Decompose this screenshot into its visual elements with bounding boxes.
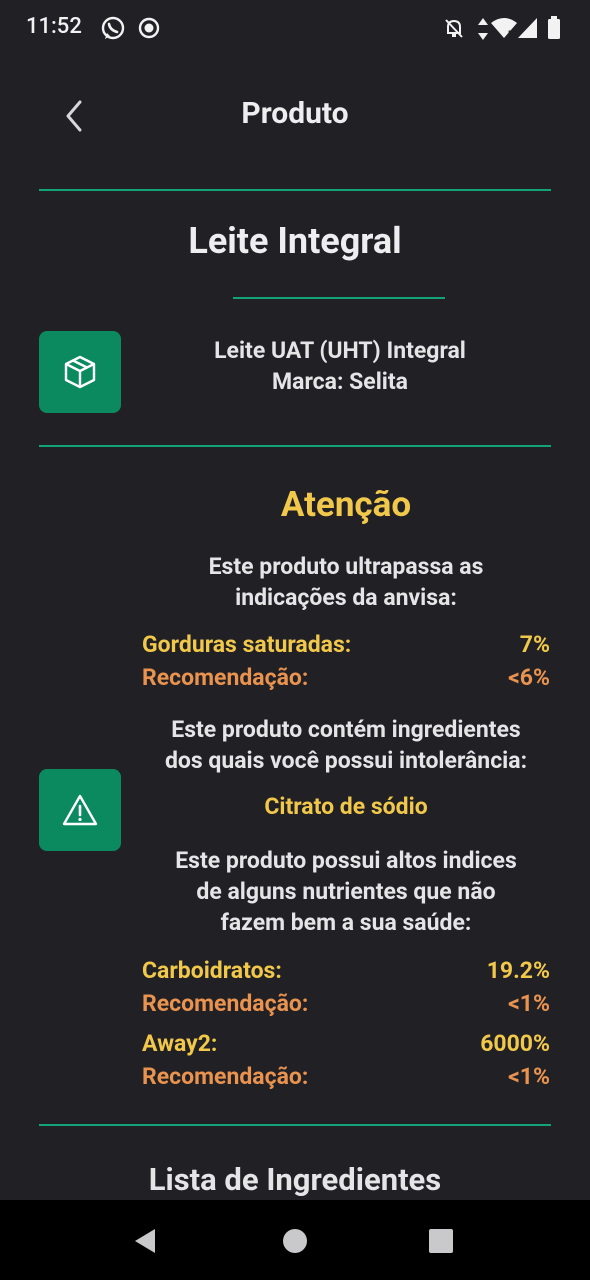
intolerance-line: Este produto contém ingredientes (171, 716, 521, 743)
intolerance-item: Citrato de sódio (264, 793, 428, 820)
product-description: Leite UAT (UHT) Integral (214, 337, 466, 364)
wifi-icon: 5 (491, 18, 517, 39)
nav-home-button[interactable] (274, 1220, 316, 1262)
anvisa-item-row: Gorduras saturadas: 7% (142, 631, 550, 658)
nutrients-line: de alguns nutrientes que não (196, 878, 496, 905)
warning-icon (62, 794, 98, 826)
status-time: 11:52 (26, 14, 82, 39)
recommendation-row: Recomendação: <1% (142, 1063, 550, 1090)
nutrient-value: 7% (519, 631, 550, 658)
home-circle-icon (283, 1229, 307, 1253)
navigation-bar (0, 1200, 590, 1280)
product-divider (39, 445, 551, 447)
nutrients-text: Este produto possui altos indices de alg… (142, 845, 550, 938)
recents-square-icon (429, 1229, 453, 1253)
notifications-off-icon (445, 19, 463, 38)
ingredients-title: Lista de Ingredientes (148, 1161, 442, 1198)
product-brand: Marca: Selita (272, 368, 408, 395)
nav-recents-button[interactable] (420, 1220, 462, 1262)
recommendation-row: Recomendação: <1% (142, 990, 550, 1017)
nutrients-line: fazem bem a sua saúde: (220, 909, 472, 936)
recommendation-label: Recomendação: (142, 1063, 309, 1090)
cellular-signal-icon (518, 18, 537, 38)
warning-icon-tile (39, 769, 121, 851)
recommendation-value: <1% (508, 990, 550, 1017)
nutrient-item-row: Away2: 6000% (142, 1030, 550, 1057)
recommendation-label: Recomendação: (142, 664, 309, 691)
title-underline (233, 297, 445, 299)
battery-icon (548, 16, 560, 39)
header-divider (39, 189, 551, 191)
nutrient-label: Gorduras saturadas: (142, 631, 352, 658)
back-triangle-icon (135, 1229, 155, 1253)
intolerance-text: Este produto contém ingredientes dos qua… (130, 714, 562, 776)
nav-back-button[interactable] (124, 1220, 166, 1262)
box-icon (64, 355, 96, 389)
nutrient-value: 19.2% (486, 957, 550, 984)
nutrient-item-row: Carboidratos: 19.2% (142, 957, 550, 984)
recommendation-value: <1% (508, 1063, 550, 1090)
data-arrows-icon (478, 18, 488, 40)
page-title: Produto (241, 96, 349, 131)
nutrients-line: Este produto possui altos indices (175, 847, 517, 874)
nutrient-value: 6000% (480, 1030, 550, 1057)
product-name: Leite Integral (188, 220, 402, 262)
alert-divider (39, 1124, 551, 1126)
nutrient-label: Carboidratos: (142, 957, 282, 984)
anvisa-line: Este produto ultrapassa as (208, 553, 484, 580)
record-icon (138, 17, 160, 39)
svg-text:5: 5 (508, 29, 513, 39)
whatsapp-icon (101, 16, 125, 40)
anvisa-text: Este produto ultrapassa as indicações da… (142, 551, 550, 613)
alert-title: Atenção (280, 484, 412, 525)
recommendation-value: <6% (508, 664, 550, 691)
product-icon-tile (39, 331, 121, 413)
product-description-block: Leite UAT (UHT) Integral Marca: Selita (130, 335, 550, 397)
intolerance-line: dos quais você possui intolerância: (164, 747, 528, 774)
nutrient-label: Away2: (142, 1030, 218, 1057)
recommendation-row: Recomendação: <6% (142, 664, 550, 691)
recommendation-label: Recomendação: (142, 990, 309, 1017)
anvisa-line: indicações da anvisa: (235, 584, 457, 611)
